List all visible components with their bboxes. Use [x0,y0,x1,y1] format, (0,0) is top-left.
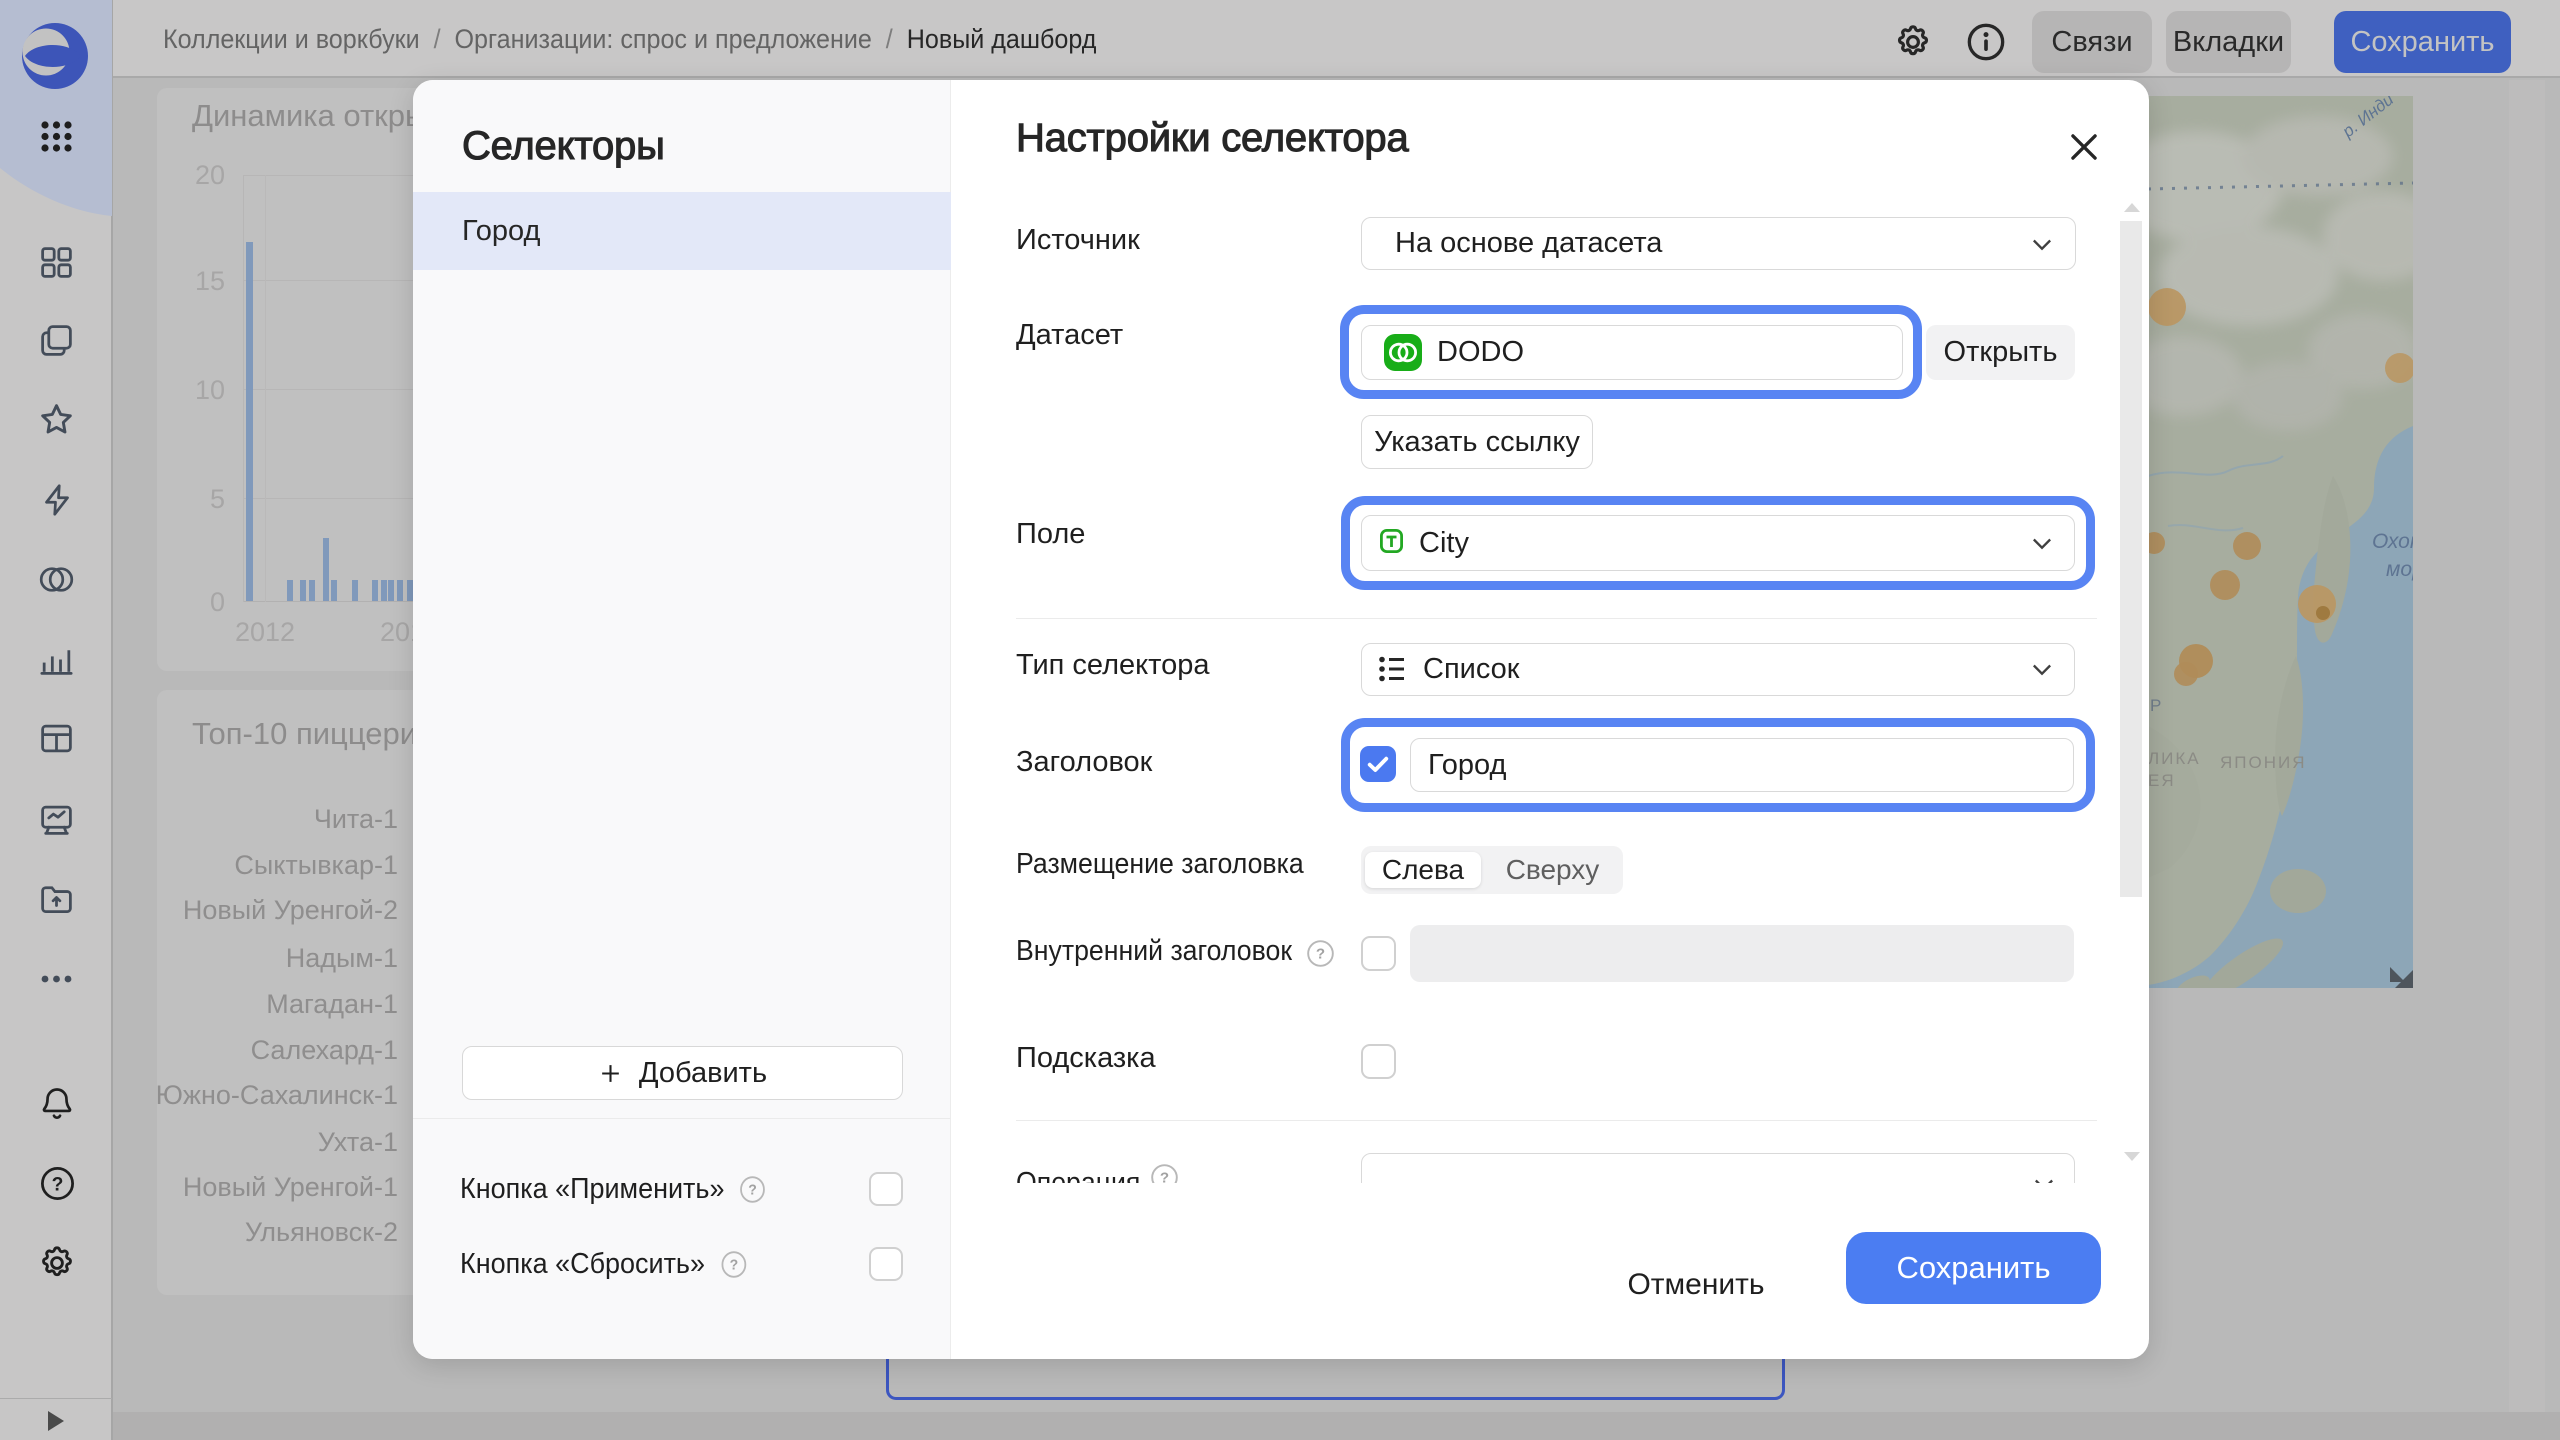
svg-text:Охотс: Охотс [2372,530,2413,553]
svg-text:?: ? [1316,946,1325,963]
svg-text:?: ? [52,1174,64,1195]
svg-text:мор: мор [2386,558,2413,581]
svg-text:ЕЯ: ЕЯ [2148,771,2176,790]
svg-text:?: ? [1160,1170,1169,1183]
svg-text:ЯПОНИЯ: ЯПОНИЯ [2220,753,2307,772]
svg-text:Р: Р [2150,696,2161,715]
svg-text:?: ? [749,1182,758,1199]
svg-text:ЛИКА: ЛИКА [2148,749,2201,768]
svg-text:?: ? [729,1257,738,1274]
